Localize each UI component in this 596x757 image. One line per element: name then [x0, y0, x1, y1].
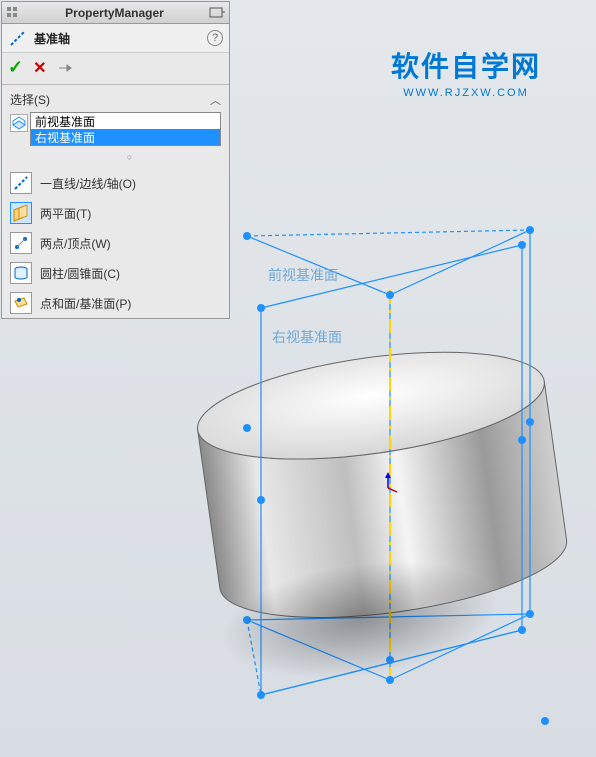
selection-listbox[interactable]: 前视基准面 右视基准面: [30, 112, 221, 146]
two-points-icon: [10, 232, 32, 254]
option-two-planes[interactable]: 两平面(T): [2, 198, 229, 228]
option-label: 圆柱/圆锥面(C): [40, 265, 120, 282]
selection-item[interactable]: 右视基准面: [31, 129, 220, 145]
selection-section-header[interactable]: 选择(S) ︿: [2, 85, 229, 112]
plane-label-front: 前视基准面: [268, 267, 338, 283]
option-point-face[interactable]: 点和面/基准面(P): [2, 288, 229, 318]
option-two-points[interactable]: 两点/顶点(W): [2, 228, 229, 258]
help-icon[interactable]: ?: [207, 30, 223, 46]
axis-feature-icon: [8, 28, 28, 48]
cancel-button[interactable]: ✕: [33, 58, 46, 78]
feature-name: 基准轴: [34, 30, 70, 47]
selection-header-label: 选择(S): [10, 91, 50, 108]
option-label: 一直线/边线/轴(O): [40, 175, 136, 192]
option-line-edge-axis[interactable]: 一直线/边线/轴(O): [2, 168, 229, 198]
selection-spacer-icon: ○: [30, 152, 229, 162]
option-cylinder-cone[interactable]: 圆柱/圆锥面(C): [2, 258, 229, 288]
watermark-en: WWW.RJZXW.COM: [391, 87, 541, 99]
feature-title-row: 基准轴 ?: [2, 24, 229, 53]
selection-type-icon[interactable]: [10, 114, 28, 132]
property-manager-panel: PropertyManager 基准轴 ? ✓ ✕ 选择(S) ︿ 前视基准面 …: [1, 1, 230, 319]
panel-header: PropertyManager: [2, 2, 229, 24]
panel-title: PropertyManager: [20, 6, 209, 20]
point-face-icon: [10, 292, 32, 314]
ok-button[interactable]: ✓: [8, 57, 23, 78]
plane-label-right: 右视基准面: [272, 329, 342, 345]
pushpin-button[interactable]: [57, 61, 73, 75]
line-edge-axis-icon: [10, 172, 32, 194]
option-label: 两平面(T): [40, 205, 91, 222]
panel-pin-icon[interactable]: [209, 6, 225, 20]
chevron-up-icon: ︿: [210, 92, 221, 108]
cylinder-cone-icon: [10, 262, 32, 284]
action-row: ✓ ✕: [2, 53, 229, 85]
option-label: 点和面/基准面(P): [40, 295, 131, 312]
watermark: 软件自学网 WWW.RJZXW.COM: [391, 45, 541, 99]
two-planes-icon: [10, 202, 32, 224]
watermark-cn: 软件自学网: [391, 45, 541, 85]
option-label: 两点/顶点(W): [40, 235, 111, 252]
selection-item[interactable]: 前视基准面: [31, 113, 220, 129]
panel-menu-icon[interactable]: [6, 6, 20, 20]
